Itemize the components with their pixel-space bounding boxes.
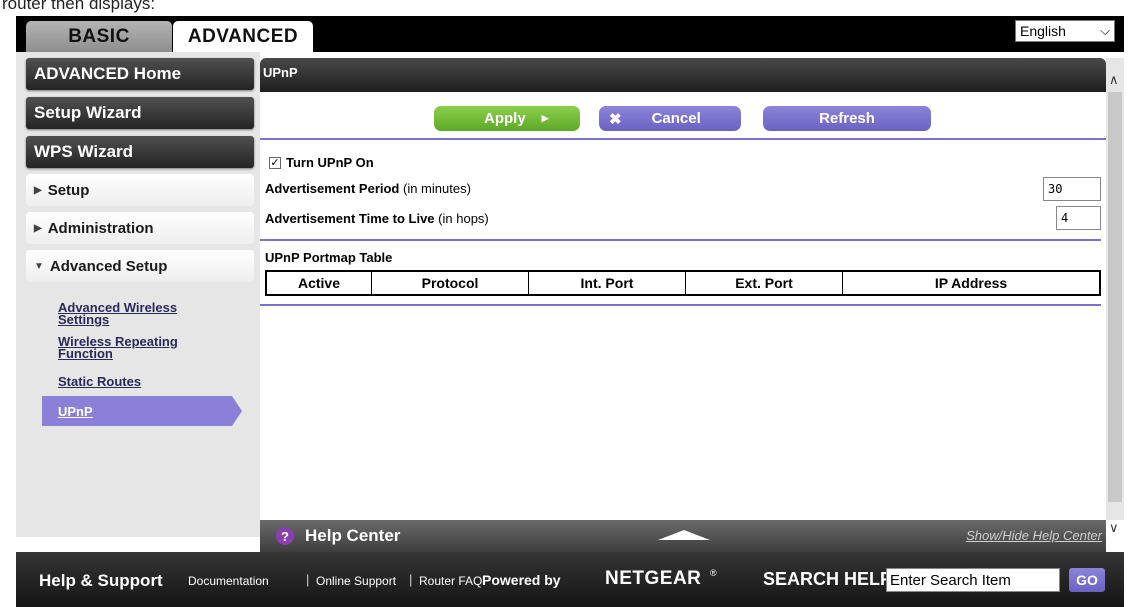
adv-period-input[interactable]: 30 xyxy=(1043,177,1101,201)
col-ip-address: IP Address xyxy=(934,275,1008,291)
separator: | xyxy=(306,572,310,587)
play-icon: ▶ xyxy=(541,113,549,123)
scrollbar-thumb[interactable] xyxy=(1108,92,1122,502)
top-bar: BASIC ADVANCED English ⌵ xyxy=(16,16,1124,52)
sidebar-item-advanced-setup[interactable]: ▼ Advanced Setup xyxy=(26,250,254,282)
adv-ttl-row: Advertisement Time to Live (in hops) xyxy=(265,211,489,226)
upnp-on-checkbox[interactable]: ✓ xyxy=(269,157,281,169)
scroll-down-icon[interactable]: ∨ xyxy=(1109,520,1119,536)
refresh-button[interactable]: Refresh xyxy=(763,106,931,131)
powered-by-label: Powered by xyxy=(482,572,561,588)
caption-text: router then displays: xyxy=(2,0,156,13)
help-center-title: Help Center xyxy=(305,526,401,545)
sidebar-item-label: Administration xyxy=(47,219,154,237)
online-support-link[interactable]: Online Support xyxy=(316,574,396,588)
documentation-link[interactable]: Documentation xyxy=(188,574,269,588)
adv-ttl-label: Advertisement Time to Live xyxy=(265,211,435,226)
help-support-label: Help & Support xyxy=(39,571,163,590)
sidebar-item-advanced-home[interactable]: ADVANCED Home xyxy=(26,58,254,90)
sidebar-item-setup[interactable]: ▶ Setup xyxy=(26,174,254,206)
adv-ttl-unit: (in hops) xyxy=(438,211,489,226)
sidebar-subitem-wireless-repeating[interactable]: Wireless Repeating Function xyxy=(58,335,218,360)
apply-button[interactable]: Apply ▶ xyxy=(434,106,580,131)
router-faq-link[interactable]: Router FAQ xyxy=(419,574,482,588)
sidebar-item-label: Setup xyxy=(47,181,90,199)
sidebar-item-label: Advanced Setup xyxy=(49,257,168,275)
tab-basic[interactable]: BASIC xyxy=(26,21,172,52)
close-icon: ✖ xyxy=(609,110,622,128)
language-select[interactable]: English ⌵ xyxy=(1015,20,1115,42)
adv-period-label: Advertisement Period xyxy=(265,181,400,196)
scroll-up-icon[interactable]: ∧ xyxy=(1109,72,1119,88)
show-hide-help-link[interactable]: Show/Hide Help Center xyxy=(966,528,1102,543)
divider xyxy=(260,138,1106,140)
sidebar: ADVANCED Home Setup Wizard WPS Wizard ▶ … xyxy=(16,52,260,537)
cancel-button[interactable]: ✖ Cancel xyxy=(599,106,741,131)
tab-advanced[interactable]: ADVANCED xyxy=(173,21,313,52)
sidebar-subitem-upnp[interactable]: UPnP xyxy=(42,396,242,426)
adv-period-row: Advertisement Period (in minutes) xyxy=(265,181,471,196)
portmap-table-header: Active Protocol Int. Port Ext. Port IP A… xyxy=(265,270,1101,296)
expand-up-icon[interactable] xyxy=(658,530,710,540)
col-ext-port: Ext. Port xyxy=(686,272,843,294)
caret-right-icon: ▶ xyxy=(34,184,42,196)
col-active: Active xyxy=(267,272,372,294)
language-value: English xyxy=(1020,23,1066,39)
cancel-label: Cancel xyxy=(651,110,701,127)
col-protocol: Protocol xyxy=(372,272,529,294)
col-int-port: Int. Port xyxy=(529,272,686,294)
adv-ttl-input[interactable]: 4 xyxy=(1056,206,1101,230)
sidebar-subitem-static-routes[interactable]: Static Routes xyxy=(58,375,141,388)
page-title: UPnP xyxy=(260,58,1106,92)
upnp-on-label: Turn UPnP On xyxy=(286,155,374,170)
sidebar-subitem-advanced-wireless[interactable]: Advanced Wireless Settings xyxy=(58,301,218,326)
sidebar-item-wps-wizard[interactable]: WPS Wizard xyxy=(26,136,254,168)
netgear-logo: NETGEAR xyxy=(605,568,702,589)
caret-right-icon: ▶ xyxy=(34,222,42,234)
sidebar-item-administration[interactable]: ▶ Administration xyxy=(26,212,254,244)
chevron-down-icon: ⌵ xyxy=(1100,23,1110,38)
adv-period-unit: (in minutes) xyxy=(403,181,471,196)
footer: Help & Support Documentation | Online Su… xyxy=(16,552,1124,607)
main-panel: UPnP Apply ▶ ✖ Cancel Refresh ✓ Turn UPn… xyxy=(260,58,1106,520)
divider xyxy=(260,239,1101,241)
search-input[interactable]: Enter Search Item xyxy=(886,568,1060,592)
help-center-bar: ? Help Center Show/Hide Help Center xyxy=(260,520,1106,552)
portmap-title: UPnP Portmap Table xyxy=(265,250,393,265)
divider xyxy=(260,304,1101,306)
sidebar-item-setup-wizard[interactable]: Setup Wizard xyxy=(26,97,254,129)
registered-mark: ® xyxy=(710,568,717,578)
caret-down-icon: ▼ xyxy=(34,260,44,272)
search-help-label: SEARCH HELP xyxy=(763,569,893,589)
help-question-icon: ? xyxy=(276,527,294,545)
go-button[interactable]: GO xyxy=(1069,568,1105,592)
apply-label: Apply xyxy=(484,110,526,127)
separator: | xyxy=(409,572,413,587)
